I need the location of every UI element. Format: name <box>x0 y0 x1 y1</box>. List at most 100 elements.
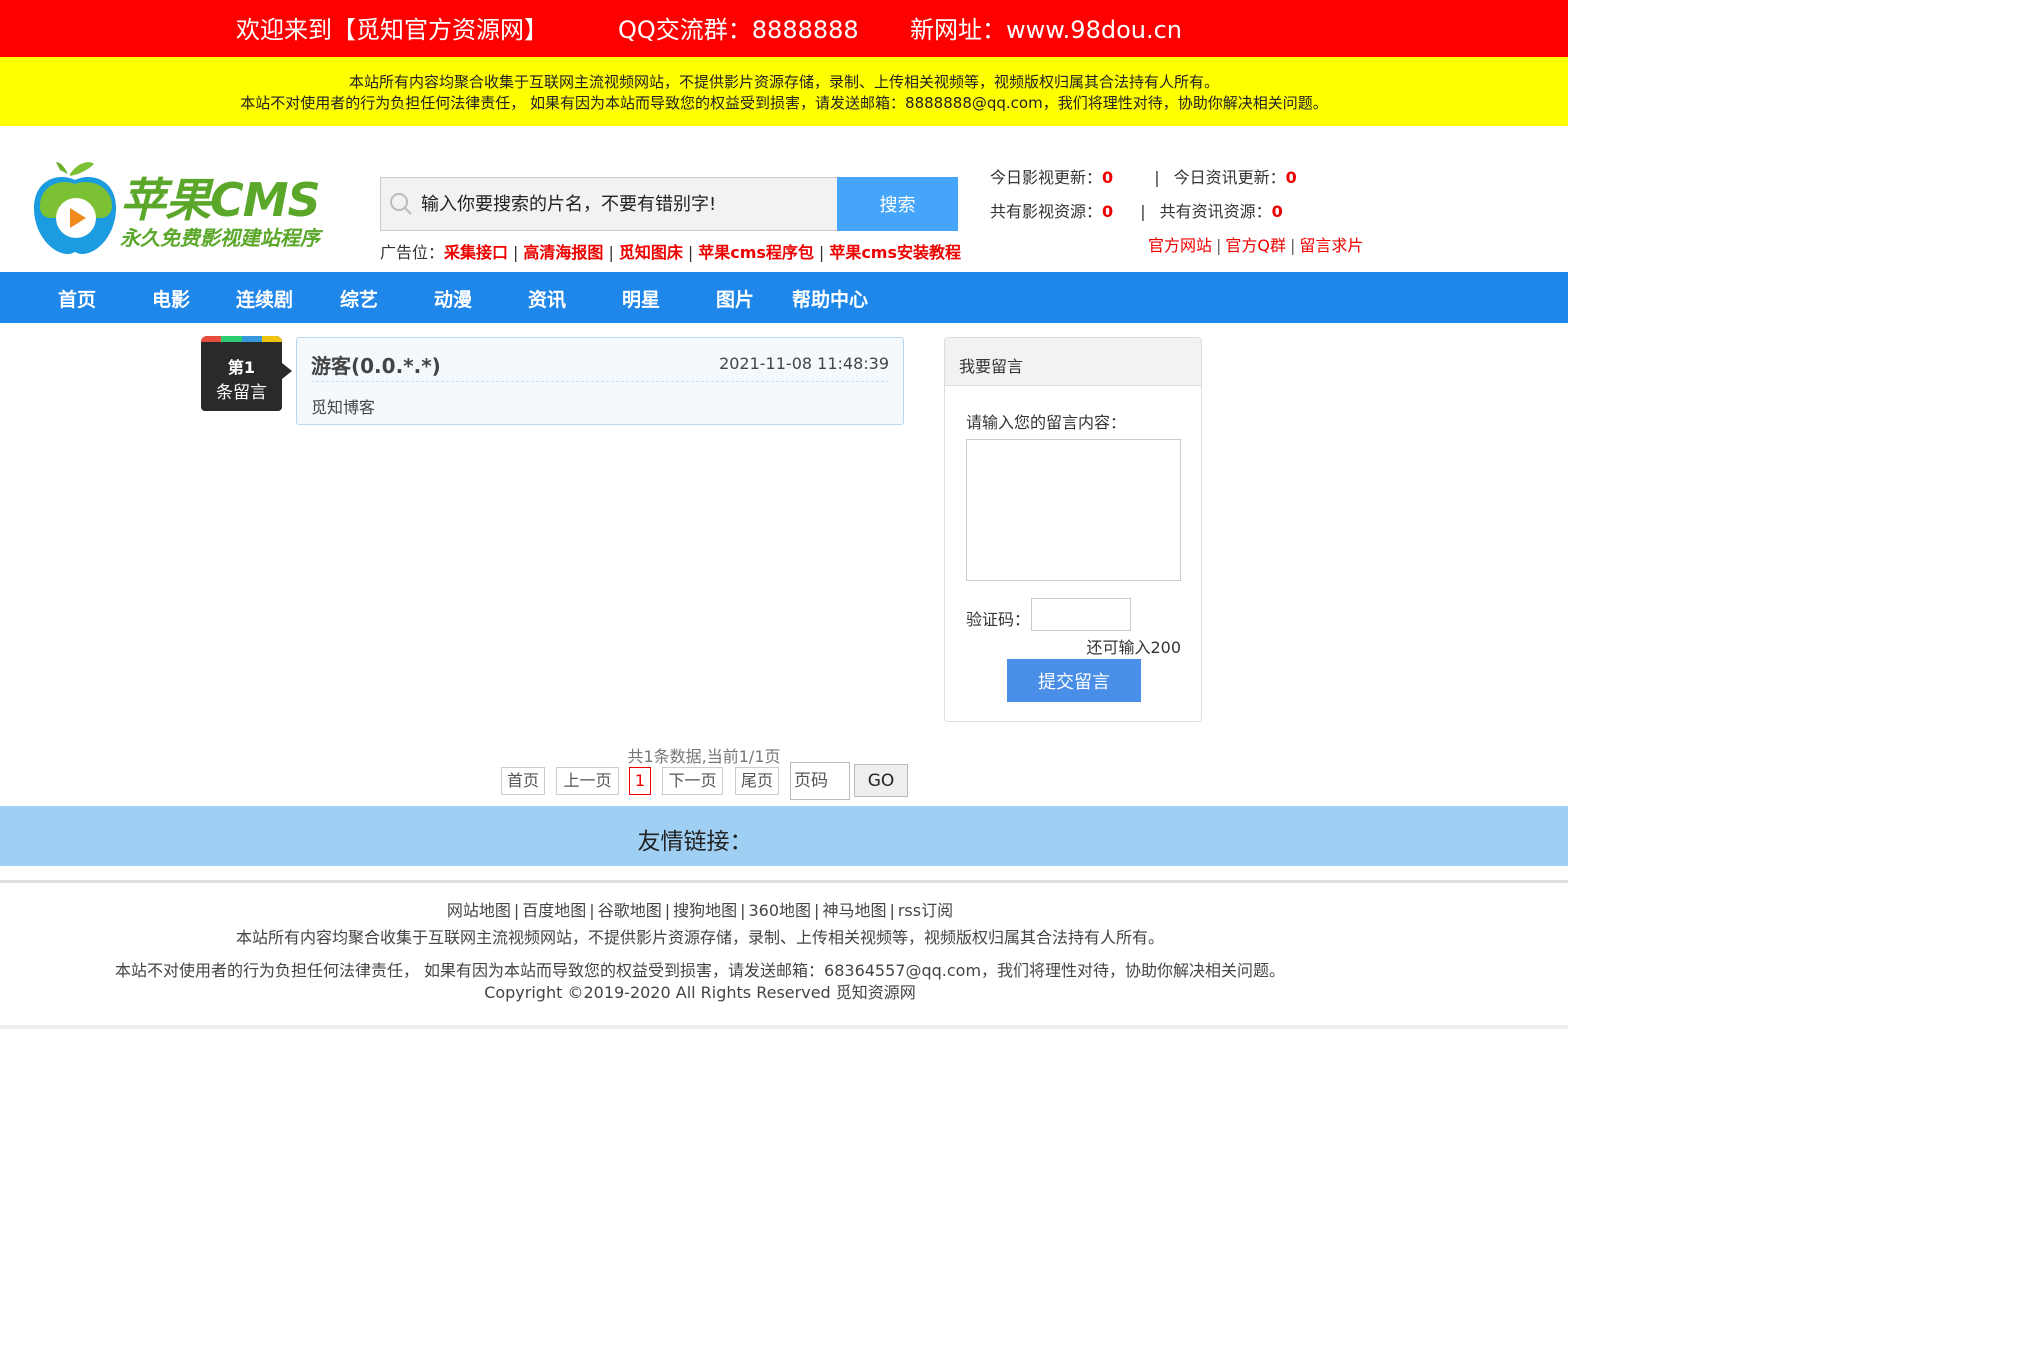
disclaimer-banner: 本站所有内容均聚合收集于互联网主流视频网站，不提供影片资源存储，录制、上传相关视… <box>0 57 1568 126</box>
leave-message-panel: 我要留言 请输入您的留言内容： 验证码： 还可输入200 提交留言 <box>944 337 1202 722</box>
submit-message-button[interactable]: 提交留言 <box>1007 659 1141 702</box>
total-video-label: 共有影视资源： <box>990 202 1103 221</box>
message-timestamp: 2021-11-08 11:48:39 <box>719 354 889 373</box>
separator: | <box>1216 236 1222 255</box>
page-number-input[interactable] <box>790 762 850 800</box>
separator: | <box>687 243 694 262</box>
search-button[interactable]: 搜索 <box>837 177 958 231</box>
search-bar: 搜索 <box>380 177 958 231</box>
nav-item-news[interactable]: 资讯 <box>528 285 566 312</box>
sitemap-link[interactable]: 网站地图 <box>447 901 511 920</box>
logo-subtitle: 永久免费影视建站程序 <box>120 226 320 250</box>
ad-link-collect-api[interactable]: 采集接口 <box>444 243 508 262</box>
today-news-count: 0 <box>1285 168 1297 187</box>
separator: | <box>889 901 895 920</box>
separator: | <box>589 901 595 920</box>
remaining-chars: 还可输入200 <box>1086 638 1181 657</box>
footer-disclaimer-1: 本站所有内容均聚合收集于互联网主流视频网站，不提供影片资源存储，录制、上传相关视… <box>235 928 1164 947</box>
message-number-label: 条留言 <box>216 383 267 403</box>
total-video-count: 0 <box>1102 202 1114 221</box>
apple-play-icon <box>34 162 116 254</box>
total-news-count: 0 <box>1271 202 1283 221</box>
top-announcement-bar: 欢迎来到【觅知官方资源网】 QQ交流群：8888888 新网址：www.98do… <box>0 0 1568 57</box>
new-url-text: 新网址：www.98dou.cn <box>910 16 1183 44</box>
panel-header: 我要留言 <box>945 338 1201 386</box>
separator: | <box>513 243 519 262</box>
message-card: 游客(0.0.*.*) 2021-11-08 11:48:39 觅知博客 <box>296 337 904 425</box>
request-movie-link[interactable]: 留言求片 <box>1299 236 1363 255</box>
prev-page-button[interactable]: 上一页 <box>556 767 619 795</box>
friend-links-bar: 友情链接： <box>0 806 1568 866</box>
pagination-info: 共1条数据,当前1/1页 <box>627 747 781 766</box>
content-label: 请输入您的留言内容： <box>966 413 1127 432</box>
shenma-sitemap-link[interactable]: 神马地图 <box>822 901 886 920</box>
baidu-sitemap-link[interactable]: 百度地图 <box>522 901 586 920</box>
today-video-count: 0 <box>1102 168 1114 187</box>
nav-item-movies[interactable]: 电影 <box>152 285 190 312</box>
nav-item-help[interactable]: 帮助中心 <box>792 285 868 312</box>
copyright: Copyright ©2019-2020 All Rights Reserved… <box>484 983 916 1002</box>
separator: | <box>814 901 820 920</box>
search-input[interactable] <box>417 178 835 230</box>
google-sitemap-link[interactable]: 谷歌地图 <box>598 901 662 920</box>
footer-links: 网站地图 | 百度地图 | 谷歌地图 | 搜狗地图 | 360地图 | 神马地图 | rss订阅 <box>0 897 1400 921</box>
nav-item-stars[interactable]: 明星 <box>622 285 660 312</box>
official-qq-group-link[interactable]: 官方Q群 <box>1225 236 1286 255</box>
sogou-sitemap-link[interactable]: 搜狗地图 <box>673 901 737 920</box>
quick-links: 官方网站 | 官方Q群 | 留言求片 <box>1148 232 1363 256</box>
divider <box>311 381 889 382</box>
today-video-label: 今日影视更新： <box>990 168 1103 187</box>
separator: | <box>1290 236 1296 255</box>
divider <box>0 880 1568 883</box>
ad-link-cms-package[interactable]: 苹果cms程序包 <box>698 243 814 262</box>
total-news-label: 共有资讯资源： <box>1159 202 1272 221</box>
separator: | <box>1140 202 1146 221</box>
current-page[interactable]: 1 <box>629 767 651 795</box>
message-number-badge: 第1 条留言 <box>201 336 282 411</box>
ad-link-image-host[interactable]: 觅知图床 <box>619 243 683 262</box>
rss-link[interactable]: rss订阅 <box>898 901 953 920</box>
qq-group-text: QQ交流群：8888888 <box>618 16 859 44</box>
separator: | <box>608 243 614 262</box>
last-page-button[interactable]: 尾页 <box>735 767 779 795</box>
nav-item-images[interactable]: 图片 <box>716 285 754 312</box>
site-header: 苹果CMS 永久免费影视建站程序 搜索 广告位：采集接口|高清海报图|觅知图床|… <box>0 126 1568 272</box>
footer-disclaimer-2: 本站不对使用者的行为负担任何法律责任， 如果有因为本站而导致您的权益受到损害，请… <box>114 961 1286 980</box>
message-number: 第1 <box>227 358 256 377</box>
search-icon <box>390 193 412 215</box>
ad-links: 广告位：采集接口 | 高清海报图 | 觅知图床 | 苹果cms程序包 | 苹果cms安装教程 <box>380 239 961 263</box>
separator: | <box>664 901 671 920</box>
first-page-button[interactable]: 首页 <box>501 767 545 795</box>
nav-item-variety[interactable]: 综艺 <box>340 285 378 312</box>
separator: | <box>1154 168 1160 187</box>
badge-pointer <box>282 363 292 379</box>
separator: | <box>818 243 825 262</box>
divider <box>0 1025 1568 1029</box>
today-news-label: 今日资讯更新： <box>1173 168 1286 187</box>
captcha-label: 验证码： <box>966 610 1031 629</box>
go-button[interactable]: GO <box>854 764 908 797</box>
message-body: 觅知博客 <box>311 398 376 417</box>
360-sitemap-link[interactable]: 360地图 <box>749 901 812 920</box>
nav-item-anime[interactable]: 动漫 <box>434 285 472 312</box>
friend-links-title: 友情链接： <box>637 829 753 855</box>
panel-title: 我要留言 <box>959 357 1024 376</box>
logo-title: 苹果CMS <box>120 173 321 227</box>
official-site-link[interactable]: 官方网站 <box>1148 236 1212 255</box>
captcha-input[interactable] <box>1031 598 1131 631</box>
nav-item-series[interactable]: 连续剧 <box>236 285 293 312</box>
message-author: 游客(0.0.*.*) <box>311 354 441 378</box>
next-page-button[interactable]: 下一页 <box>662 767 723 795</box>
disclaimer-line-1: 本站所有内容均聚合收集于互联网主流视频网站，不提供影片资源存储，录制、上传相关视… <box>348 73 1219 91</box>
ad-link-hd-poster[interactable]: 高清海报图 <box>523 243 603 262</box>
separator: | <box>513 901 520 920</box>
separator: | <box>740 901 746 920</box>
main-nav: 首页 电影 连续剧 综艺 动漫 资讯 明星 图片 帮助中心 <box>0 272 1568 323</box>
site-logo[interactable]: 苹果CMS 永久免费影视建站程序 <box>30 160 350 256</box>
ad-label: 广告位： <box>380 243 445 262</box>
nav-item-home[interactable]: 首页 <box>58 285 96 312</box>
welcome-text: 欢迎来到【觅知官方资源网】 <box>236 16 548 44</box>
message-content-input[interactable] <box>966 439 1181 581</box>
ad-link-cms-tutorial[interactable]: 苹果cms安装教程 <box>829 243 961 262</box>
disclaimer-line-2: 本站不对使用者的行为负担任何法律责任， 如果有因为本站而导致您的权益受到损害，请… <box>240 94 1328 112</box>
